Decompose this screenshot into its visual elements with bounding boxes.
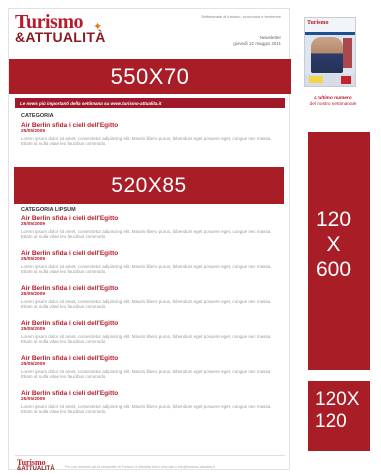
- article-excerpt: Lorem ipsum dolor sit amet, consectetur …: [21, 368, 272, 380]
- footer-divider: [15, 455, 285, 456]
- magazine-cover-logo: Turismo: [307, 20, 329, 26]
- article-title[interactable]: Air Berlin sfida i cieli dell'Egitto: [21, 122, 283, 129]
- article-title[interactable]: Air Berlin sfida i cieli dell'Egitto: [21, 250, 283, 257]
- ad-square-label-line1: 120X: [315, 389, 360, 410]
- article-date: 25/05/2009: [21, 362, 46, 367]
- article-date: 25/05/2009: [21, 327, 46, 332]
- article-date: 25/05/2009: [21, 292, 46, 297]
- article-date: 25/05/2009: [21, 257, 46, 262]
- ad-square-120x120[interactable]: 120X 120: [308, 381, 370, 451]
- newsletter-body: Turismo &ATTUALITÀ ✦ Settimanale di turi…: [8, 8, 291, 473]
- magazine-cover-yellow-badge: [309, 76, 323, 83]
- article[interactable]: Air Berlin sfida i cieli dell'Egitto 25/…: [21, 250, 283, 275]
- magazine-caption-line2: del nostro settimanale: [309, 102, 357, 107]
- ad-banner-550x70[interactable]: 550X70: [9, 59, 291, 94]
- article-title[interactable]: Air Berlin sfida i cieli dell'Egitto: [21, 285, 283, 292]
- masthead-subtitle: Settimanale di turismo, economia e tende…: [200, 14, 281, 19]
- intro-bar[interactable]: Le news più importanti della settimana s…: [15, 98, 285, 108]
- magazine-cover-red-badge: [341, 76, 351, 84]
- magazine-caption[interactable]: L'ultimo numero del nostro settimanale: [298, 96, 368, 108]
- article-date: 25/05/2009: [21, 222, 46, 227]
- footer-logo-word-attualita: &ATTUALITÀ: [17, 466, 55, 472]
- magazine-cover-side-block: [343, 38, 352, 68]
- ad-skyscraper-label-line3: 600: [316, 258, 352, 281]
- ad-square-label: 120X 120: [315, 389, 359, 433]
- article-excerpt: Lorem ipsum dolor sit amet, consectetur …: [21, 135, 272, 147]
- article[interactable]: Air Berlin sfida i cieli dell'Egitto 25/…: [21, 285, 283, 310]
- article-excerpt: Lorem ipsum dolor sit amet, consectetur …: [21, 228, 272, 240]
- logo[interactable]: Turismo &ATTUALITÀ ✦: [15, 12, 106, 44]
- ad-skyscraper-label: 120 X 600: [316, 207, 351, 282]
- article-title[interactable]: Air Berlin sfida i cieli dell'Egitto: [21, 355, 283, 362]
- ad-skyscraper-label-line1: 120: [316, 208, 352, 231]
- article[interactable]: Air Berlin sfida i cieli dell'Egitto 25/…: [21, 355, 283, 380]
- article[interactable]: Air Berlin sfida i cieli dell'Egitto 25/…: [21, 215, 283, 240]
- article-excerpt: Lorem ipsum dolor sit amet, consectetur …: [21, 403, 272, 415]
- section-label-categoria-lipsum: CATEGORIA LIPSUM: [21, 207, 76, 213]
- star-icon: ✦: [93, 21, 103, 33]
- magazine-cover-band: [305, 32, 355, 35]
- article-title[interactable]: Air Berlin sfida i cieli dell'Egitto: [21, 390, 283, 397]
- footer-logo[interactable]: Turismo &ATTUALITÀ: [17, 459, 55, 473]
- ad-square-label-line2: 120: [315, 411, 347, 432]
- magazine-cover-photo: [311, 37, 343, 73]
- article-title[interactable]: Air Berlin sfida i cieli dell'Egitto: [21, 320, 283, 327]
- magazine-cover-header: Turismo: [305, 18, 355, 32]
- article[interactable]: Air Berlin sfida i cieli dell'Egitto 25/…: [21, 390, 283, 415]
- ad-skyscraper-label-line2: X: [326, 233, 341, 256]
- magazine-cover[interactable]: Turismo: [304, 17, 356, 87]
- newsletter-date: giovedì 12 maggio 2011: [233, 41, 281, 46]
- section-label-categoria: CATEGORIA: [21, 113, 54, 119]
- article-date: 25/05/2009: [21, 397, 46, 402]
- ad-skyscraper-120x600[interactable]: 120 X 600: [308, 132, 370, 370]
- article-excerpt: Lorem ipsum dolor sit amet, consectetur …: [21, 298, 272, 310]
- article-title[interactable]: Air Berlin sfida i cieli dell'Egitto: [21, 215, 283, 222]
- article-excerpt: Lorem ipsum dolor sit amet, consectetur …: [21, 263, 272, 275]
- footer-text: Per non ricevere più la newsletter di Tu…: [65, 465, 215, 469]
- article-date: 25/05/2009: [21, 129, 46, 134]
- ad-banner-520x85[interactable]: 520X85: [14, 167, 284, 204]
- article-excerpt: Lorem ipsum dolor sit amet, consectetur …: [21, 333, 272, 345]
- masthead-meta: Newsletter giovedì 12 maggio 2011: [233, 35, 281, 47]
- article[interactable]: Air Berlin sfida i cieli dell'Egitto 25/…: [21, 320, 283, 345]
- article[interactable]: Air Berlin sfida i cieli dell'Egitto 25/…: [21, 122, 283, 147]
